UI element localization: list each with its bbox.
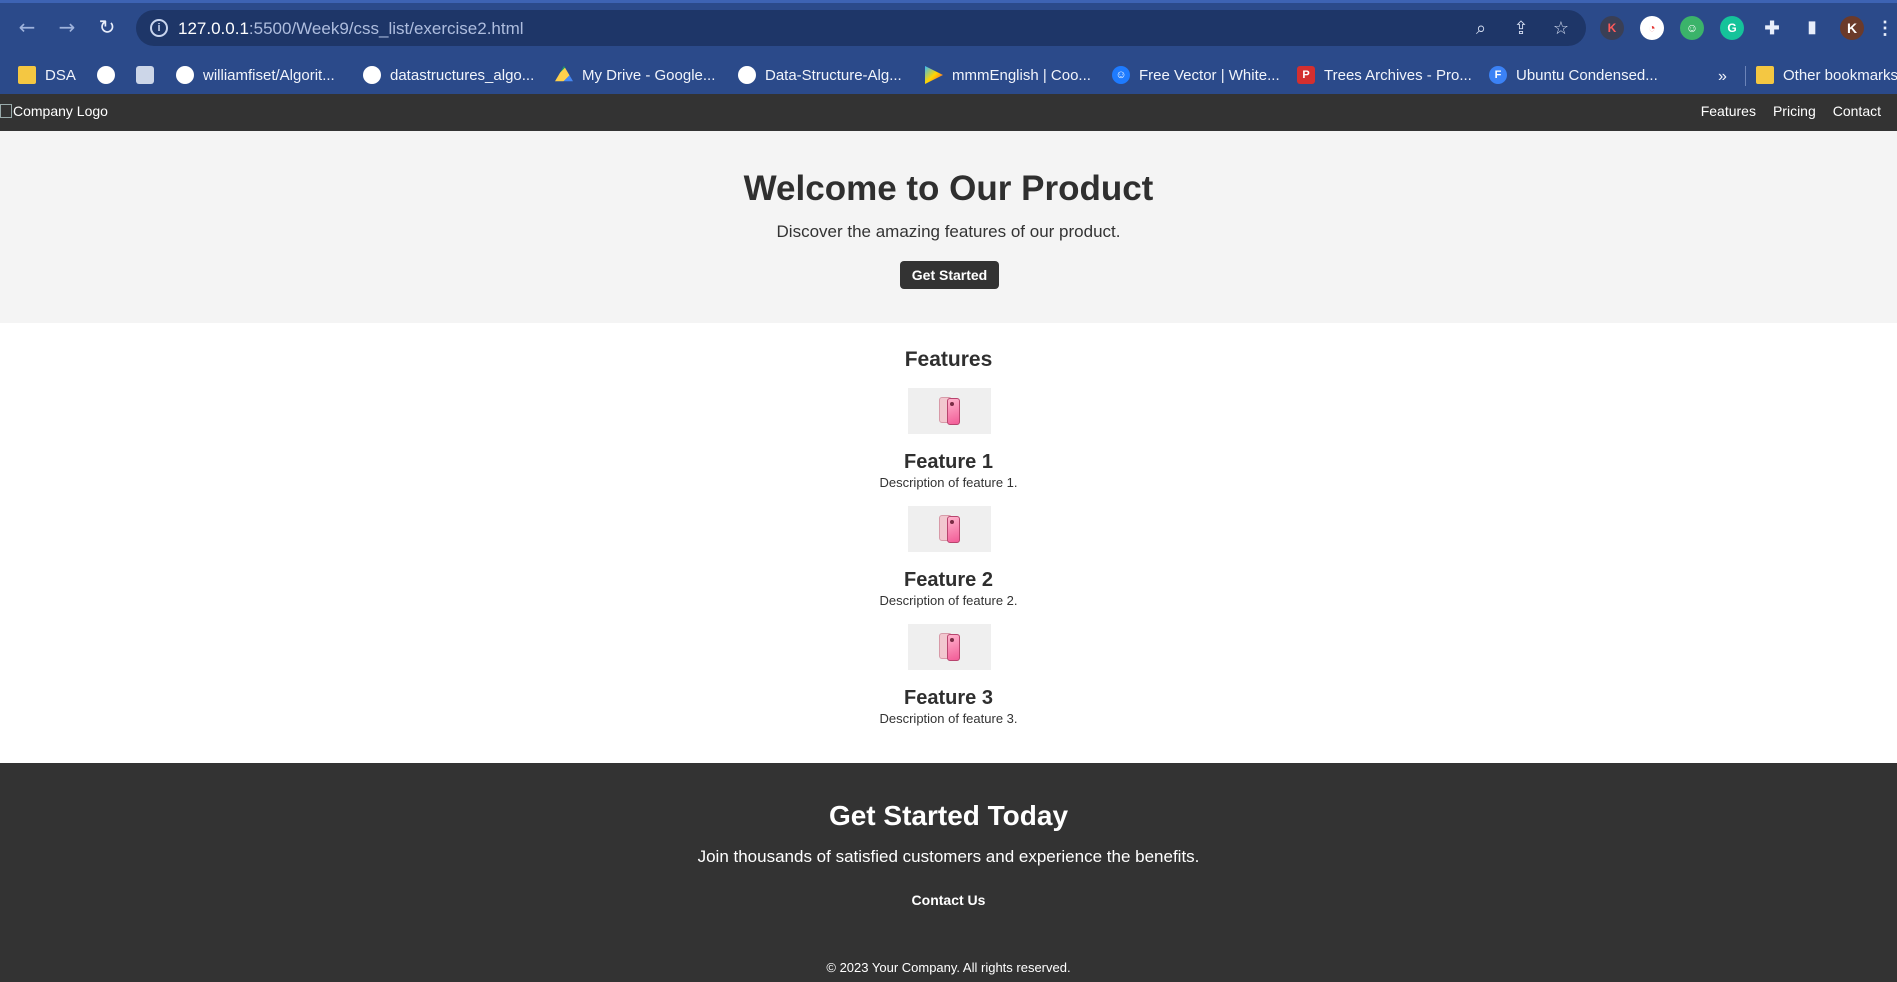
share-icon[interactable]: ⇪: [1510, 18, 1532, 40]
globe-icon: [97, 66, 115, 84]
phone-icon: [939, 514, 961, 544]
play-icon: [925, 66, 943, 84]
forward-icon[interactable]: →: [54, 14, 80, 40]
grammarly-icon[interactable]: G: [1720, 16, 1744, 40]
freepik-icon: ☺: [1112, 66, 1130, 84]
features-heading: Features: [904, 348, 993, 371]
feature-title: Feature 3: [904, 687, 993, 709]
reload-icon[interactable]: ↻: [94, 14, 120, 40]
bookmark-star-icon[interactable]: ☆: [1550, 18, 1572, 40]
bookmark-label: Trees Archives - Pro...: [1324, 66, 1472, 84]
bookmark-label: Data-Structure-Alg...: [765, 66, 902, 84]
web-page: Company Logo Features Pricing Contact We…: [0, 94, 1897, 982]
github-icon: [363, 66, 381, 84]
browser-toolbar: ← → ↻ i 127.0.0.1:5500/Week9/css_list/ex…: [0, 0, 1897, 56]
extensions-puzzle-icon[interactable]: ✚: [1760, 16, 1784, 40]
feature-description: Description of feature 2.: [879, 593, 1018, 608]
bookmark-item[interactable]: [136, 63, 154, 87]
feature-description: Description of feature 1.: [879, 475, 1018, 490]
bookmark-item[interactable]: mmmEnglish | Coo...: [925, 63, 1091, 87]
cta-text: Join thousands of satisfied customers an…: [697, 847, 1200, 866]
hero-section: Welcome to Our Product Discover the amaz…: [0, 131, 1897, 323]
folder-icon: [18, 66, 36, 84]
hero-title: Welcome to Our Product: [743, 169, 1154, 208]
bookmark-item[interactable]: [97, 63, 115, 87]
bookmark-label: DSA: [45, 66, 76, 84]
bookmarks-bar: DSA williamfiset/Algorit... datastructur…: [0, 56, 1897, 94]
cta-section: Get Started Today Join thousands of sati…: [0, 763, 1897, 982]
address-bar[interactable]: i 127.0.0.1:5500/Week9/css_list/exercise…: [136, 10, 1586, 46]
zoom-icon[interactable]: ⌕: [1470, 18, 1492, 40]
feature-image: [908, 388, 991, 434]
back-icon[interactable]: ←: [14, 14, 40, 40]
hero-subtitle: Discover the amazing features of our pro…: [776, 222, 1121, 241]
github-icon: [176, 66, 194, 84]
cta-title: Get Started Today: [828, 800, 1069, 831]
google-drive-icon: [555, 66, 573, 82]
site-header: Company Logo Features Pricing Contact: [0, 94, 1897, 131]
bookmark-item[interactable]: P Trees Archives - Pro...: [1297, 63, 1472, 87]
site-info-icon[interactable]: i: [150, 19, 168, 37]
bookmark-item[interactable]: ☺ Free Vector | White...: [1112, 63, 1280, 87]
extension-robot-icon[interactable]: ☺: [1680, 16, 1704, 40]
bookmark-item[interactable]: williamfiset/Algorit...: [176, 63, 335, 87]
other-bookmarks[interactable]: Other bookmarks: [1756, 63, 1897, 87]
feature-card: Feature 1 Description of feature 1.: [0, 388, 1897, 506]
phone-icon: [939, 396, 961, 426]
bookmark-item[interactable]: datastructures_algo...: [363, 63, 534, 87]
contact-us-link[interactable]: Contact Us: [0, 892, 1897, 908]
trees-icon: P: [1297, 66, 1315, 84]
profile-avatar[interactable]: K: [1840, 16, 1864, 40]
gear-icon: [136, 66, 154, 84]
nav-contact-link[interactable]: Contact: [1833, 103, 1881, 119]
extension-k-icon[interactable]: K: [1600, 16, 1624, 40]
tab-strip: [0, 0, 1897, 3]
side-panel-icon[interactable]: ▮: [1800, 16, 1824, 40]
broken-image-icon: [0, 104, 12, 118]
bookmark-item[interactable]: My Drive - Google...: [555, 63, 715, 87]
bookmark-label: Ubuntu Condensed...: [1516, 66, 1658, 84]
get-started-button[interactable]: Get Started: [900, 261, 999, 289]
company-logo[interactable]: Company Logo: [0, 103, 108, 119]
phone-icon: [939, 632, 961, 662]
bookmark-label: My Drive - Google...: [582, 66, 716, 84]
nav-pricing-link[interactable]: Pricing: [1773, 103, 1816, 119]
folder-icon: [1756, 66, 1774, 84]
site-nav: Features Pricing Contact: [1701, 103, 1881, 119]
feature-card: Feature 3 Description of feature 3.: [0, 624, 1897, 742]
bookmark-label: datastructures_algo...: [390, 66, 535, 84]
bookmark-item[interactable]: F Ubuntu Condensed...: [1489, 63, 1658, 87]
logo-alt-text: Company Logo: [13, 103, 108, 119]
bookmark-label: Other bookmarks: [1783, 66, 1897, 84]
bookmark-item[interactable]: DSA: [18, 63, 76, 87]
feature-image: [908, 506, 991, 552]
font-icon: F: [1489, 66, 1507, 84]
menu-kebab-icon[interactable]: ⋮: [1876, 16, 1894, 40]
bookmark-item[interactable]: Data-Structure-Alg...: [738, 63, 902, 87]
footer-copyright: © 2023 Your Company. All rights reserved…: [826, 960, 1071, 975]
nav-features-link[interactable]: Features: [1701, 103, 1756, 119]
bookmark-label: Free Vector | White...: [1139, 66, 1280, 84]
feature-title: Feature 2: [904, 569, 993, 591]
bookmark-label: mmmEnglish | Coo...: [952, 66, 1091, 84]
more-bookmarks-button[interactable]: »: [1718, 68, 1727, 86]
feature-image: [908, 624, 991, 670]
feature-description: Description of feature 3.: [879, 711, 1018, 726]
bookmark-divider: [1745, 66, 1746, 86]
github-icon: [738, 66, 756, 84]
feature-title: Feature 1: [904, 451, 993, 473]
features-section: Features Feature 1 Description of featur…: [0, 323, 1897, 763]
extension-clock-icon[interactable]: ◔: [1640, 16, 1664, 40]
bookmark-label: williamfiset/Algorit...: [203, 66, 335, 84]
url-text[interactable]: 127.0.0.1:5500/Week9/css_list/exercise2.…: [178, 19, 524, 39]
feature-card: Feature 2 Description of feature 2.: [0, 506, 1897, 624]
